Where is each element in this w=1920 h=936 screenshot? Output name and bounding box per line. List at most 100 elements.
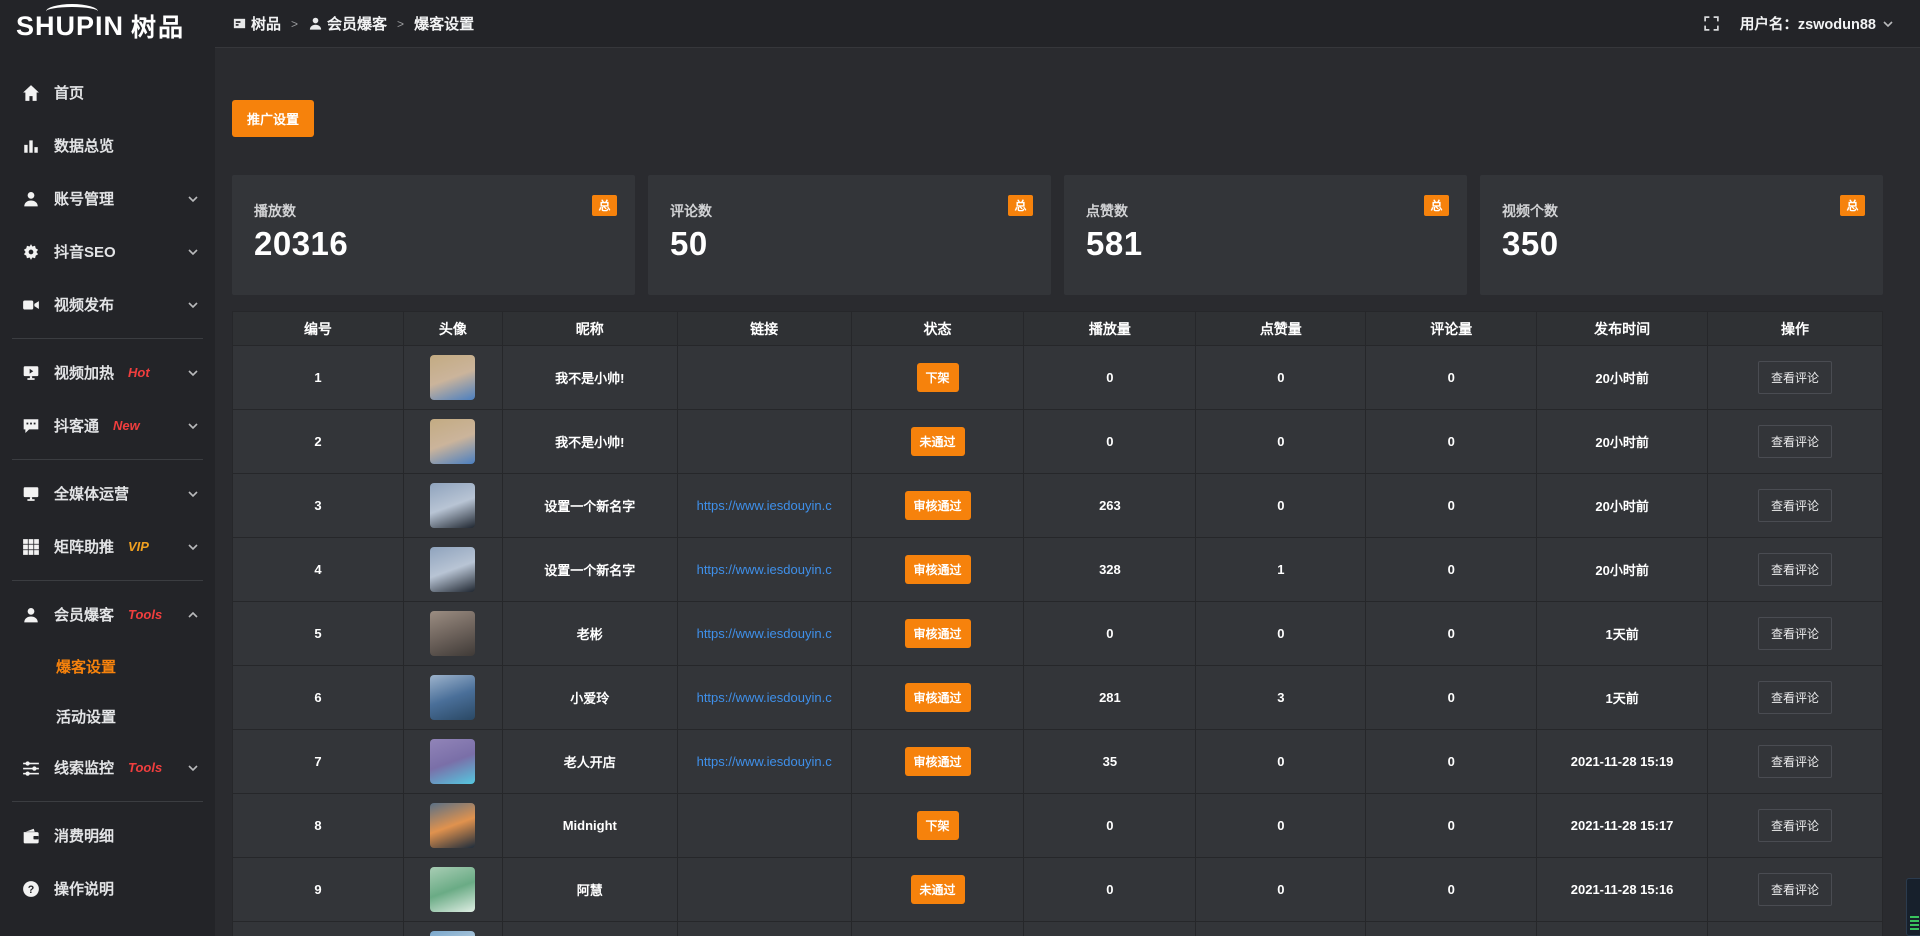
video-link[interactable]: https://www.iesdouyin.c [697, 690, 832, 705]
video-link[interactable]: https://www.iesdouyin.c [697, 498, 832, 513]
sidebar-item-线索监控[interactable]: 线索监控Tools [0, 741, 215, 794]
user-icon [308, 16, 323, 31]
cell-action: 查看评论 [1708, 410, 1883, 474]
sidebar-item-爆客设置[interactable]: 爆客设置 [0, 641, 215, 691]
view-comments-button[interactable]: 查看评论 [1758, 361, 1832, 394]
cell-comments: 0 [1366, 474, 1537, 538]
breadcrumb-item-会员爆客[interactable]: 会员爆客 [308, 13, 387, 34]
video-icon [22, 296, 40, 314]
sidebar-item-首页[interactable]: 首页 [0, 66, 215, 119]
view-comments-button[interactable]: 查看评论 [1758, 617, 1832, 650]
stat-cards-row: 播放数20316总评论数50总点赞数581总视频个数350总 [232, 175, 1883, 295]
stat-card-播放数: 播放数20316总 [232, 175, 635, 295]
table-row: 7老人开店https://www.iesdouyin.c审核通过35002021… [233, 730, 1883, 794]
cell-plays: 328 [1024, 538, 1196, 602]
cell-action: 查看评论 [1708, 858, 1883, 922]
avatar [430, 867, 475, 912]
cell-link: https://www.iesdouyin.c [677, 538, 851, 602]
view-comments-button[interactable]: 查看评论 [1758, 681, 1832, 714]
fullscreen-icon[interactable] [1703, 15, 1720, 32]
sidebar-item-会员爆客[interactable]: 会员爆客Tools [0, 588, 215, 641]
cell-nickname: 我不是小帅! [502, 410, 677, 474]
sidebar-item-活动设置[interactable]: 活动设置 [0, 691, 215, 741]
cell-publish-time: 20小时前 [1537, 474, 1708, 538]
cell-nickname: 设置一个新名字 [502, 538, 677, 602]
cell-action: 查看评论 [1708, 602, 1883, 666]
cell-comments [1366, 922, 1537, 936]
sidebar-item-label: 抖音SEO [54, 241, 116, 262]
cell-avatar [403, 410, 502, 474]
sidebar-item-操作说明[interactable]: ?操作说明 [0, 862, 215, 915]
status-badge: 审核通过 [905, 555, 971, 584]
promo-settings-button[interactable]: 推广设置 [232, 100, 314, 137]
sidebar-item-视频加热[interactable]: 视频加热Hot [0, 346, 215, 399]
status-badge: 审核通过 [905, 491, 971, 520]
table-row: 3设置一个新名字https://www.iesdouyin.c审核通过26300… [233, 474, 1883, 538]
column-header-发布时间: 发布时间 [1537, 312, 1708, 346]
cell-status: 未通过 [851, 410, 1024, 474]
stat-card-total-badge: 总 [1008, 195, 1033, 216]
app-logo[interactable]: SHUPIN 树品 [0, 0, 215, 52]
video-link[interactable]: https://www.iesdouyin.c [697, 562, 832, 577]
sidebar-item-消费明细[interactable]: 消费明细 [0, 809, 215, 862]
floating-widget[interactable] [1906, 878, 1920, 936]
chevron-down-icon [187, 420, 199, 432]
video-link[interactable]: https://www.iesdouyin.c [697, 626, 832, 641]
breadcrumb-item-树品[interactable]: 树品 [232, 13, 281, 34]
stat-card-total-badge: 总 [592, 195, 617, 216]
cell-number: 10 [233, 922, 404, 936]
monitor-play-icon [22, 364, 40, 382]
stat-card-total-badge: 总 [1424, 195, 1449, 216]
sliders-icon [22, 759, 40, 777]
cell-nickname: 设置一个新名字 [502, 474, 677, 538]
cell-nickname: Midnight [502, 794, 677, 858]
avatar [430, 739, 475, 784]
cell-plays: 0 [1024, 794, 1196, 858]
cell-status: 审核通过 [851, 538, 1024, 602]
cell-likes: 3 [1196, 666, 1366, 730]
sidebar-item-label: 账号管理 [54, 188, 114, 209]
cell-comments: 0 [1366, 666, 1537, 730]
logo-text-cn: 树品 [131, 8, 185, 44]
cell-comments: 0 [1366, 346, 1537, 410]
view-comments-button[interactable]: 查看评论 [1758, 809, 1832, 842]
cell-publish-time: 2021-11-28 15:19 [1537, 730, 1708, 794]
sidebar-item-视频发布[interactable]: 视频发布 [0, 278, 215, 331]
cell-plays: 0 [1024, 602, 1196, 666]
cell-likes: 0 [1196, 730, 1366, 794]
sidebar-item-全媒体运营[interactable]: 全媒体运营 [0, 467, 215, 520]
view-comments-button[interactable]: 查看评论 [1758, 873, 1832, 906]
cell-avatar [403, 794, 502, 858]
view-comments-button[interactable]: 查看评论 [1758, 425, 1832, 458]
cell-avatar [403, 346, 502, 410]
column-header-昵称: 昵称 [502, 312, 677, 346]
cell-number: 7 [233, 730, 404, 794]
widget-bar [1910, 924, 1919, 926]
table-row: 5老彬https://www.iesdouyin.c审核通过0001天前查看评论 [233, 602, 1883, 666]
sidebar-item-矩阵助推[interactable]: 矩阵助推VIP [0, 520, 215, 573]
cell-publish-time: 2021-11-28 15:16 [1537, 858, 1708, 922]
column-header-链接: 链接 [677, 312, 851, 346]
stat-card-label: 播放数 [254, 201, 615, 221]
sidebar-item-数据总览[interactable]: 数据总览 [0, 119, 215, 172]
sidebar-item-badge: VIP [128, 539, 149, 554]
breadcrumb-item-爆客设置[interactable]: 爆客设置 [414, 13, 474, 34]
view-comments-button[interactable]: 查看评论 [1758, 745, 1832, 778]
view-comments-button[interactable]: 查看评论 [1758, 553, 1832, 586]
sidebar-item-账号管理[interactable]: 账号管理 [0, 172, 215, 225]
sidebar-item-label: 首页 [54, 82, 84, 103]
sidebar-item-label: 线索监控 [54, 757, 114, 778]
cell-link: https://www.iesdouyin.c [677, 474, 851, 538]
username-menu[interactable]: 用户名：zswodun88 [1740, 13, 1894, 34]
cell-action: 查看评论 [1708, 538, 1883, 602]
sidebar-item-抖客通[interactable]: 抖客通New [0, 399, 215, 452]
table-header-row: 编号头像昵称链接状态播放量点赞量评论量发布时间操作 [233, 312, 1883, 346]
table-row: 2我不是小帅!未通过00020小时前查看评论 [233, 410, 1883, 474]
column-header-编号: 编号 [233, 312, 404, 346]
gear-icon [22, 243, 40, 261]
sidebar-item-抖音SEO[interactable]: 抖音SEO [0, 225, 215, 278]
sidebar-item-label: 活动设置 [56, 706, 116, 727]
view-comments-button[interactable]: 查看评论 [1758, 489, 1832, 522]
video-link[interactable]: https://www.iesdouyin.c [697, 754, 832, 769]
videos-table: 编号头像昵称链接状态播放量点赞量评论量发布时间操作 1我不是小帅!下架00020… [232, 311, 1883, 936]
